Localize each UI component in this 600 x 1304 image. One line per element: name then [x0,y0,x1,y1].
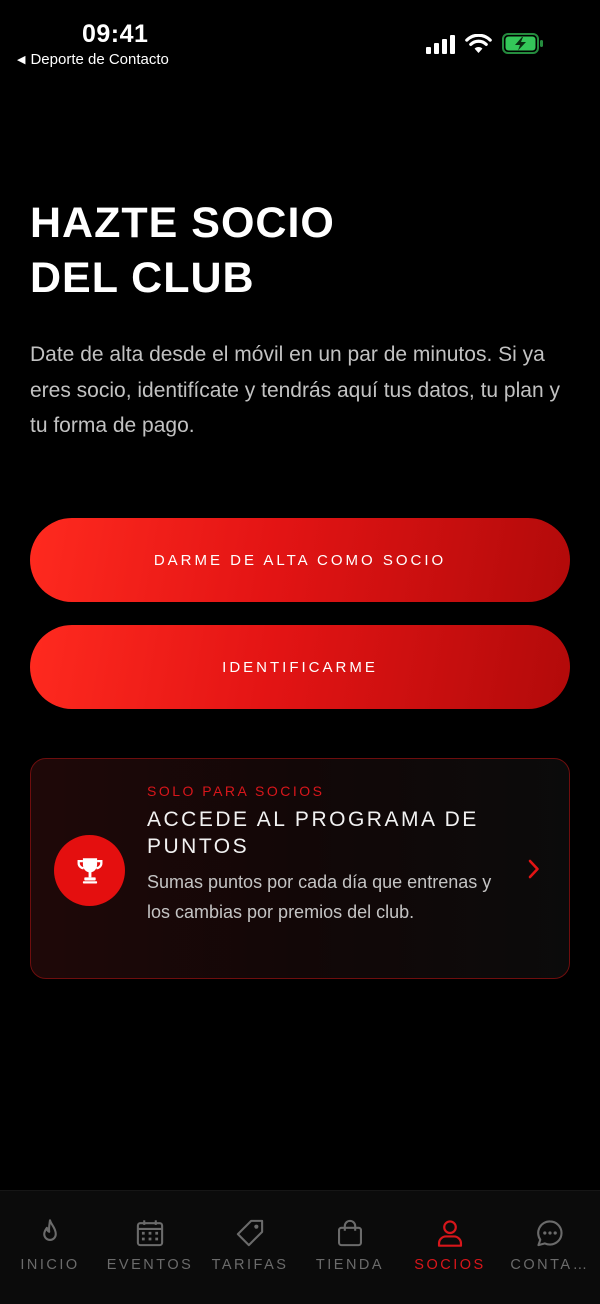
tab-label-tarifas: TARIFAS [211,1257,289,1273]
bottom-tab-bar: INICIO EVENTOS TARIFAS TIENDA SOCIOS CON… [0,1190,600,1304]
tab-label-tienda: TIENDA [315,1257,385,1273]
page-title-line-1: HAZTE SOCIO [30,199,335,247]
card-eyebrow: SOLO PARA SOCIOS [147,783,325,799]
status-time: 09:41 [82,20,149,48]
signal-icon [426,34,455,54]
status-icons [426,33,544,54]
login-button[interactable]: IDENTIFICARME [30,625,570,709]
user-icon [437,1220,463,1247]
calendar-icon [136,1220,164,1247]
trophy-badge [54,835,125,906]
tab-label-inicio: INICIO [20,1257,80,1273]
tab-label-socios: SOCIOS [414,1257,486,1273]
status-bar: 09:41 ◀ Deporte de Contacto [0,0,600,80]
hero-description: Date de alta desde el móvil en un par de… [30,343,560,437]
chevron-right-icon [528,859,539,879]
card-description: Sumas puntos por cada día que entrenas y… [147,872,492,922]
back-to-app-link[interactable]: ◀ Deporte de Contacto [17,51,169,68]
back-app-label: Deporte de Contacto [30,51,169,68]
tab-inicio[interactable]: INICIO [0,1191,100,1304]
tab-label-contacto: CONTA… [510,1257,590,1273]
tab-eventos[interactable]: EVENTOS [100,1191,200,1304]
battery-charging-icon [502,33,543,54]
points-program-card[interactable]: SOLO PARA SOCIOS ACCEDE AL PROGRAMA DE P… [30,758,570,979]
tag-icon [236,1219,264,1247]
tab-tarifas[interactable]: TARIFAS [200,1191,300,1304]
tab-socios[interactable]: SOCIOS [400,1191,500,1304]
tab-label-eventos: EVENTOS [106,1257,194,1273]
signup-button[interactable]: DARME DE ALTA COMO SOCIO [30,518,570,602]
chat-icon [537,1220,563,1247]
page-title-line-2: DEL CLUB [30,254,255,302]
flame-icon [43,1219,57,1241]
page-title: HAZTE SOCIO DEL CLUB [30,196,570,306]
back-triangle-icon: ◀ [17,54,26,66]
tab-contacto[interactable]: CONTA… [500,1191,600,1304]
card-title: ACCEDE AL PROGRAMA DE PUNTOS [147,808,479,858]
trophy-icon [77,857,102,883]
shopping-bag-icon [338,1219,362,1247]
wifi-icon [465,33,492,53]
tab-tienda[interactable]: TIENDA [300,1191,400,1304]
